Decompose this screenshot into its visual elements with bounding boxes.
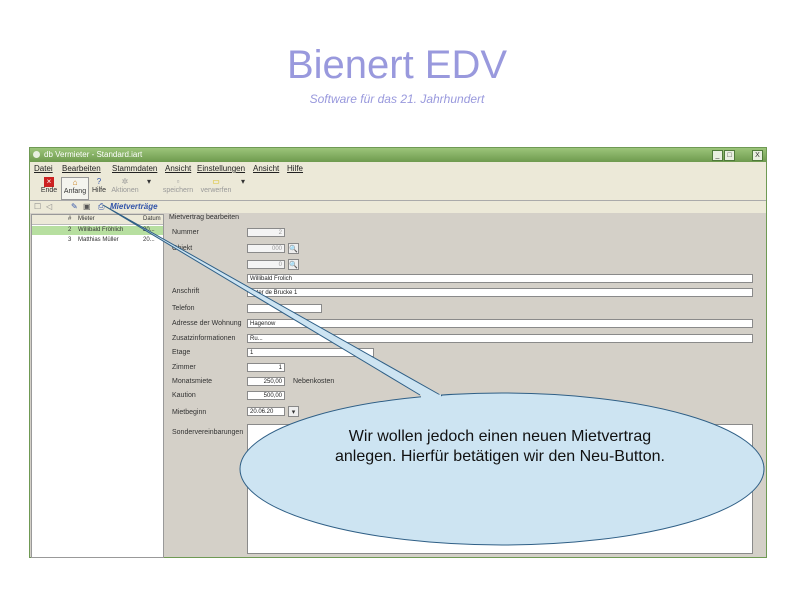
row-date: 20... <box>143 237 155 243</box>
menu-einstellungen[interactable]: Einstellungen <box>197 164 245 173</box>
label-monatsmiete: Monatsmiete <box>172 378 213 385</box>
column-header-datum[interactable]: Datum <box>143 216 161 222</box>
nummer-field[interactable]: 2 <box>247 228 285 237</box>
verwerfen-button[interactable]: ▭ verwerfen <box>198 177 234 198</box>
contract-list: # Mieter Datum 2 Willibald Fröhlich 20..… <box>31 214 164 558</box>
anfang-label: Anfang <box>63 188 87 195</box>
label-zusatzinformationen: Zusatzinformationen <box>172 335 236 342</box>
chevron-down-icon: ▾ <box>240 177 245 186</box>
checkbox-icon[interactable]: ☐ <box>34 202 41 211</box>
folder-icon: ▭ <box>212 177 220 186</box>
verwerfen-dropdown[interactable]: ▾ <box>238 177 246 198</box>
speichern-label: speichern <box>162 187 194 194</box>
app-icon <box>33 151 40 158</box>
mieter-search-button[interactable]: 🔍 <box>288 259 299 270</box>
label-sondervereinbarungen: Sondervereinbarungen <box>172 429 244 436</box>
toolbar: × Ende ⌂ Anfang ? Hilfe ✲ Aktionen ▾ ▫ s… <box>30 175 766 201</box>
window-titlebar[interactable]: db Vermieter - Standard.iart _ □ X <box>30 148 766 162</box>
row-name: Willibald Fröhlich <box>78 227 124 233</box>
menu-ansicht[interactable]: Ansicht <box>165 164 191 173</box>
name-field[interactable]: Willibald Frolich <box>247 274 753 283</box>
slide-title: Bienert EDV <box>286 43 508 87</box>
chevron-down-icon: ▾ <box>146 177 151 186</box>
list-header: # Mieter Datum <box>32 215 163 225</box>
column-header-mieter[interactable]: Mieter <box>78 216 95 222</box>
gear-icon: ✲ <box>121 177 129 186</box>
hilfe-button[interactable]: ? Hilfe <box>90 177 108 198</box>
row-nr: 3 <box>68 237 72 243</box>
monatsmiete-field[interactable]: 250,00 <box>247 377 285 386</box>
back-icon[interactable]: ◁ <box>46 202 52 211</box>
aktionen-label: Aktionen <box>111 187 139 194</box>
aktionen-dropdown[interactable]: ▾ <box>144 177 152 198</box>
close-button[interactable]: X <box>752 150 763 161</box>
label-etage: Etage <box>172 349 191 356</box>
label-nebenkosten: Nebenkosten <box>293 378 335 385</box>
column-header-nr[interactable]: # <box>68 216 71 222</box>
objekt-search-button[interactable]: 🔍 <box>288 243 299 254</box>
home-icon: ⌂ <box>72 178 78 187</box>
menu-ansicht-2[interactable]: Ansicht <box>253 164 279 173</box>
label-nummer: Nummer <box>172 229 199 236</box>
anfang-button[interactable]: ⌂ Anfang <box>61 177 89 200</box>
label-objekt: Objekt <box>172 245 193 252</box>
ende-label: Ende <box>40 187 58 194</box>
maximize-button[interactable]: □ <box>724 150 735 161</box>
row-date: 20... <box>143 227 155 233</box>
row-nr: 2 <box>68 227 72 233</box>
list-item[interactable]: 2 Willibald Fröhlich 20... <box>32 226 163 235</box>
window-title: db Vermieter - Standard.iart <box>44 150 143 159</box>
aktionen-button[interactable]: ✲ Aktionen <box>110 177 140 198</box>
new-icon[interactable]: ✎ <box>71 202 78 211</box>
minimize-button[interactable]: _ <box>712 150 723 161</box>
help-icon: ? <box>96 177 102 186</box>
sub-toolbar: ☐ ◁ ✎ ▣ ⎙ Mietverträge <box>30 201 766 213</box>
zusatzinformationen-field[interactable]: Ru... <box>247 334 753 343</box>
ende-button[interactable]: × Ende <box>38 177 60 198</box>
objekt-field[interactable]: 000 <box>247 244 285 253</box>
list-item[interactable]: 3 Matthias Müller 20... <box>32 236 163 245</box>
menu-stammdaten[interactable]: Stammdaten <box>112 164 157 173</box>
label-anschrift: Anschrift <box>172 288 200 295</box>
search-icon: 🔍 <box>289 262 298 269</box>
delete-icon[interactable]: ▣ <box>83 202 91 211</box>
menu-datei[interactable]: Datei <box>34 164 53 173</box>
adresse-wohnung-field[interactable]: Hagenow <box>247 319 753 328</box>
print-icon[interactable]: ⎙ <box>98 202 104 212</box>
menu-bearbeiten[interactable]: Bearbeiten <box>62 164 101 173</box>
mietvertraege-label: Mietverträge <box>110 202 158 211</box>
speichern-button[interactable]: ▫ speichern <box>162 177 194 198</box>
callout-text: Wir wollen jedoch einen neuen Mietvertra… <box>335 428 665 465</box>
objekt2-field[interactable]: 0 <box>247 260 285 269</box>
label-adresse-wohnung: Adresse der Wohnung <box>172 320 242 327</box>
zimmer-field[interactable]: 1 <box>247 363 285 372</box>
search-icon: 🔍 <box>289 246 298 253</box>
form-group-title: Mietvertrag bearbeiten <box>169 214 240 221</box>
telefon-field[interactable] <box>247 304 322 313</box>
menu-hilfe[interactable]: Hilfe <box>287 164 303 173</box>
close-icon: × <box>44 177 54 187</box>
callout-bubble <box>238 391 766 547</box>
menu-bar: Datei Bearbeiten Stammdaten Ansicht Eins… <box>30 162 766 176</box>
save-icon: ▫ <box>176 177 180 186</box>
callout-shape <box>239 392 765 546</box>
slide-subtitle: Software für das 21. Jahrhundert <box>309 92 485 106</box>
label-zimmer: Zimmer <box>172 364 196 371</box>
label-telefon: Telefon <box>172 305 195 312</box>
row-name: Matthias Müller <box>78 237 119 243</box>
etage-field[interactable]: 1 <box>247 348 374 357</box>
label-kaution: Kaution <box>172 392 196 399</box>
verwerfen-label: verwerfen <box>200 187 232 194</box>
anschrift-field[interactable]: unter de Brucke 1 <box>247 288 753 297</box>
hilfe-label: Hilfe <box>91 187 106 194</box>
label-mietbeginn: Mietbeginn <box>172 409 207 416</box>
